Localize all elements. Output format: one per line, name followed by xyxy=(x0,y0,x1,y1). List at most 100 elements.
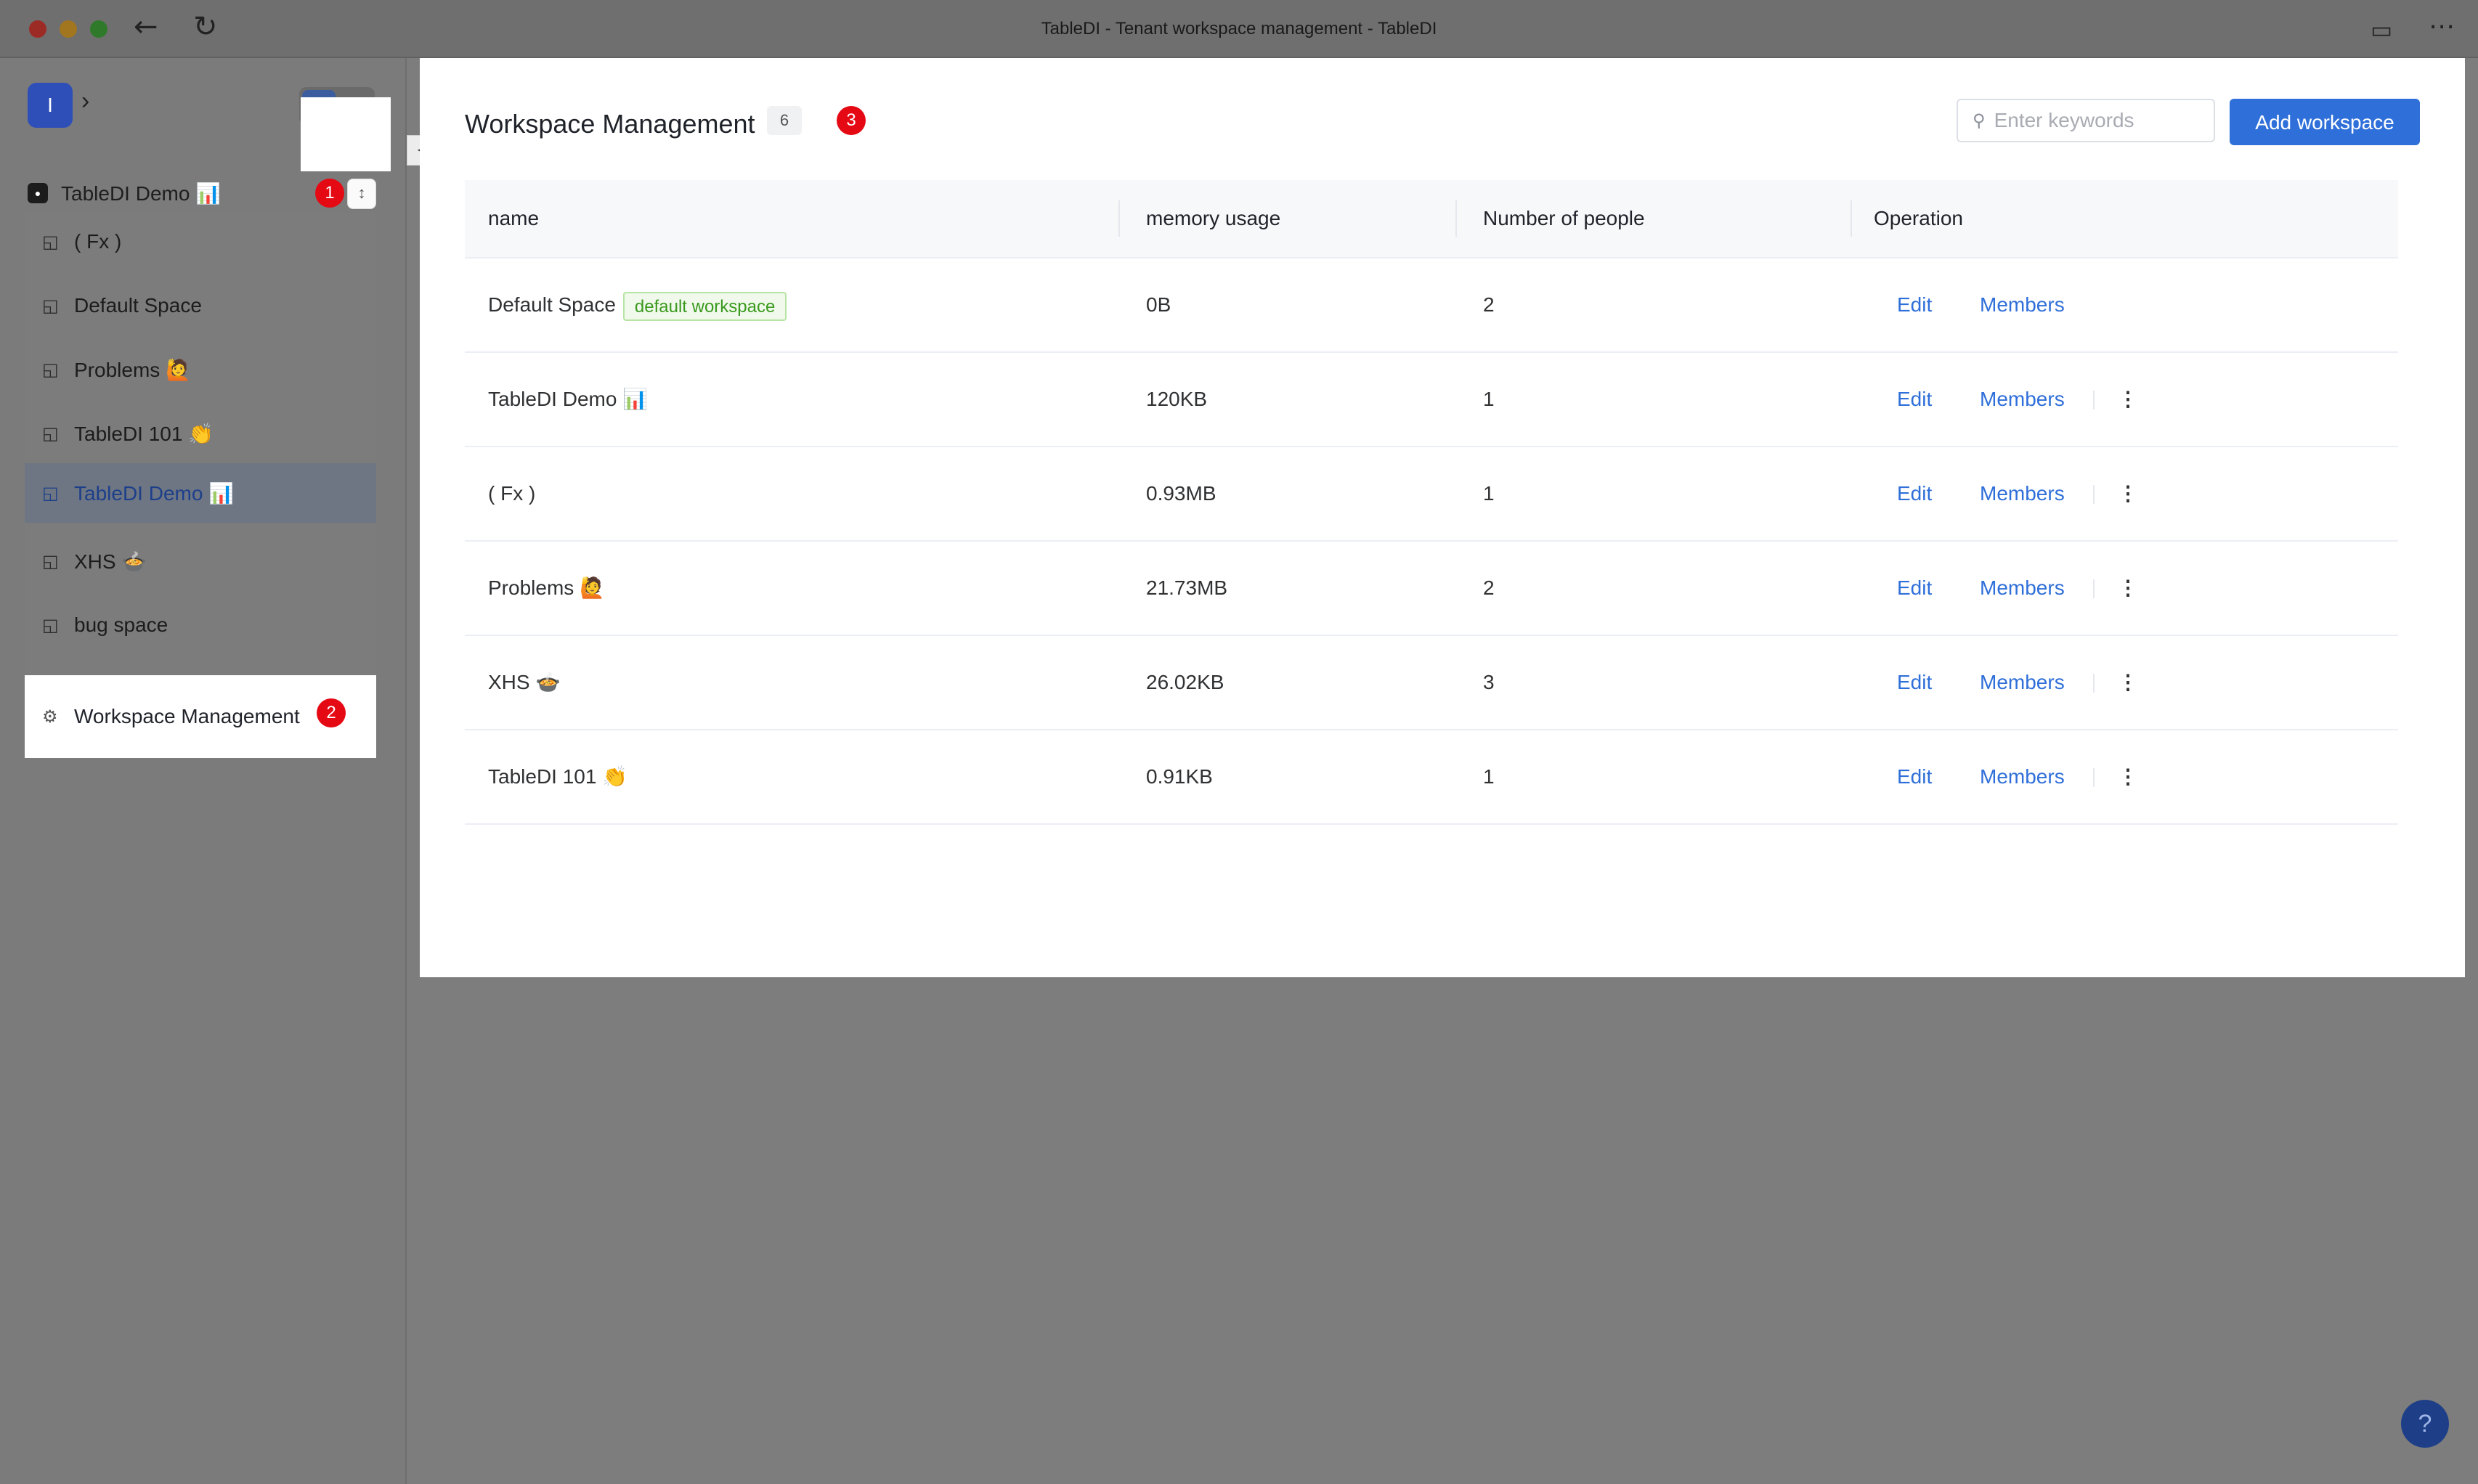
search-box: ⚲ xyxy=(1957,99,2215,142)
edit-link[interactable]: Edit xyxy=(1897,258,1932,351)
switcher-highlight xyxy=(301,97,391,171)
cast-icon[interactable]: ▭ xyxy=(2371,16,2392,44)
step-badge-2: 2 xyxy=(317,698,346,727)
table-row: Default Space default workspace 0B 2 Edit… xyxy=(465,258,2398,353)
table-row: TableDI 101 👏 0.91KB 1 Edit Members ⋮ xyxy=(465,730,2398,825)
default-workspace-tag: default workspace xyxy=(622,291,787,321)
workspace-name-cell: Default Space default workspace xyxy=(488,258,787,351)
chevron-right-icon[interactable]: › xyxy=(81,87,89,115)
workspace-management-label: Workspace Management xyxy=(74,705,300,727)
column-header-operation: Operation xyxy=(1874,207,1963,229)
more-vertical-icon[interactable]: ⋮ xyxy=(2118,353,2138,446)
step-badge-1: 1 xyxy=(315,179,344,208)
help-button[interactable]: ? xyxy=(2401,1400,2449,1448)
column-divider xyxy=(1118,200,1120,237)
workspace-switcher-button[interactable]: ↕ xyxy=(347,179,376,209)
more-vertical-icon[interactable]: ⋮ xyxy=(2118,636,2138,729)
dropdown-item-fx[interactable]: ◱ ( Fx ) xyxy=(25,212,376,272)
operation-divider xyxy=(2093,485,2095,504)
workspace-name: ( Fx ) xyxy=(488,482,536,505)
dropdown-item-label: TableDI 101 👏 xyxy=(74,422,214,445)
more-vertical-icon[interactable]: ⋮ xyxy=(2118,730,2138,823)
workspace-icon: ◱ xyxy=(42,483,59,503)
memory-usage-cell: 0.93MB xyxy=(1146,482,1216,505)
people-count-cell: 2 xyxy=(1483,576,1495,599)
table-row: ( Fx ) 0.93MB 1 Edit Members ⋮ xyxy=(465,447,2398,542)
table-row: TableDI Demo 📊 120KB 1 Edit Members ⋮ xyxy=(465,353,2398,447)
operation-divider xyxy=(2093,579,2095,598)
table-header: name memory usage Number of people Opera… xyxy=(465,180,2398,258)
current-workspace[interactable]: ● TableDI Demo 📊 xyxy=(28,179,221,208)
table-row: Problems 🙋 21.73MB 2 Edit Members ⋮ xyxy=(465,542,2398,636)
dropdown-item-label: bug space xyxy=(74,613,168,636)
current-workspace-label: TableDI Demo 📊 xyxy=(61,182,222,205)
workspace-name: XHS 🍲 xyxy=(488,671,561,693)
window-title: TableDI - Tenant workspace management - … xyxy=(1041,19,1437,38)
workspace-icon: ◱ xyxy=(42,232,59,252)
search-input[interactable] xyxy=(1992,108,2199,133)
settings-gear-icon: ⚙ xyxy=(42,706,58,727)
column-divider xyxy=(1455,200,1457,237)
column-header-name: name xyxy=(488,207,540,229)
workspace-name: TableDI 101 👏 xyxy=(488,765,628,788)
workspace-icon: ◱ xyxy=(42,551,59,571)
chevron-up-down-icon: ↕ xyxy=(357,184,366,202)
column-header-people: Number of people xyxy=(1483,207,1645,229)
add-workspace-button[interactable]: Add workspace xyxy=(2230,99,2420,145)
operation-divider xyxy=(2093,391,2095,409)
dropdown-item-label: Problems 🙋 xyxy=(74,358,191,381)
memory-usage-cell: 21.73MB xyxy=(1146,576,1228,599)
edit-link[interactable]: Edit xyxy=(1897,353,1932,446)
people-count-cell: 1 xyxy=(1483,388,1495,410)
people-count-cell: 1 xyxy=(1483,482,1495,505)
edit-link[interactable]: Edit xyxy=(1897,636,1932,729)
workspace-management-panel: Workspace Management 6 3 ⚲ Add workspace… xyxy=(420,58,2465,977)
workspace-icon: ◱ xyxy=(42,359,59,380)
members-link[interactable]: Members xyxy=(1980,353,2065,446)
members-link[interactable]: Members xyxy=(1980,258,2065,351)
more-options-icon[interactable]: ⋯ xyxy=(2429,12,2456,41)
dropdown-item-tabledi-101[interactable]: ◱ TableDI 101 👏 xyxy=(25,404,376,463)
dropdown-item-bug-space[interactable]: ◱ bug space xyxy=(25,595,376,655)
memory-usage-cell: 0.91KB xyxy=(1146,765,1213,788)
dropdown-item-label: Default Space xyxy=(74,294,202,317)
column-header-memory: memory usage xyxy=(1146,207,1281,229)
dropdown-item-xhs[interactable]: ◱ XHS 🍲 xyxy=(25,531,376,591)
edit-link[interactable]: Edit xyxy=(1897,447,1932,540)
workspace-table: name memory usage Number of people Opera… xyxy=(465,180,2398,825)
workspace-name: TableDI Demo 📊 xyxy=(488,388,649,410)
dropdown-item-default-space[interactable]: ◱ Default Space xyxy=(25,276,376,335)
dropdown-item-label: TableDI Demo 📊 xyxy=(74,481,235,505)
people-count-cell: 3 xyxy=(1483,671,1495,693)
memory-usage-cell: 120KB xyxy=(1146,388,1208,410)
page-title: Workspace Management xyxy=(465,109,755,139)
members-link[interactable]: Members xyxy=(1980,730,2065,823)
step-badge-3: 3 xyxy=(837,106,866,135)
table-row: XHS 🍲 26.02KB 3 Edit Members ⋮ xyxy=(465,636,2398,730)
workspace-icon: ◱ xyxy=(42,295,59,316)
people-count-cell: 2 xyxy=(1483,293,1495,316)
more-vertical-icon[interactable]: ⋮ xyxy=(2118,542,2138,635)
workspace-icon: ● xyxy=(28,183,48,203)
edit-link[interactable]: Edit xyxy=(1897,542,1932,635)
memory-usage-cell: 26.02KB xyxy=(1146,671,1224,693)
operation-divider xyxy=(2093,768,2095,787)
dropdown-item-tabledi-demo[interactable]: ◱ TableDI Demo 📊 xyxy=(25,463,376,523)
memory-usage-cell: 0B xyxy=(1146,293,1171,316)
dropdown-item-problems[interactable]: ◱ Problems 🙋 xyxy=(25,340,376,399)
dropdown-item-label: XHS 🍲 xyxy=(74,550,147,573)
more-vertical-icon[interactable]: ⋮ xyxy=(2118,447,2138,540)
workspace-icon: ◱ xyxy=(42,615,59,635)
operation-divider xyxy=(2093,674,2095,693)
window-titlebar: ← ↻ TableDI - Tenant workspace managemen… xyxy=(0,0,2478,58)
people-count-cell: 1 xyxy=(1483,765,1495,788)
app-logo[interactable]: I xyxy=(28,83,73,128)
workspace-name: Problems 🙋 xyxy=(488,576,605,599)
members-link[interactable]: Members xyxy=(1980,542,2065,635)
members-link[interactable]: Members xyxy=(1980,447,2065,540)
column-divider xyxy=(1851,200,1852,237)
edit-link[interactable]: Edit xyxy=(1897,730,1932,823)
workspace-count-badge: 6 xyxy=(767,106,802,135)
search-icon: ⚲ xyxy=(1973,110,1986,131)
members-link[interactable]: Members xyxy=(1980,636,2065,729)
